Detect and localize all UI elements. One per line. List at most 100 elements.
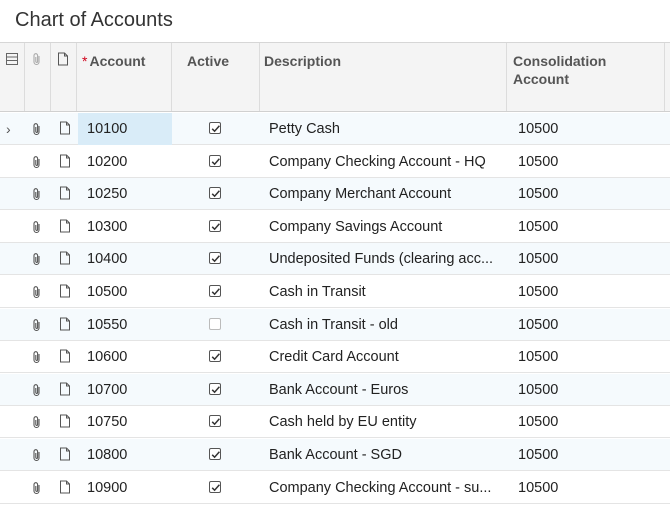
column-header-active[interactable]: Active — [172, 43, 260, 111]
consolidation-account-cell[interactable]: 10500 — [518, 406, 658, 438]
consolidation-account-cell[interactable]: 10500 — [518, 276, 658, 308]
account-cell[interactable]: 10200 — [78, 146, 172, 178]
paperclip-icon[interactable] — [31, 252, 43, 266]
column-header-account[interactable]: * Account — [77, 43, 172, 111]
table-row[interactable]: 10250 Company Merchant Account 10500 — [0, 178, 670, 211]
account-cell[interactable]: 10900 — [78, 472, 172, 504]
active-checkbox[interactable] — [209, 480, 221, 493]
paperclip-icon[interactable] — [31, 481, 43, 495]
account-cell[interactable]: 10300 — [78, 211, 172, 243]
checkmark-icon — [211, 288, 220, 296]
paperclip-icon[interactable] — [31, 187, 43, 201]
account-cell[interactable]: 10100 — [78, 113, 172, 145]
description-cell[interactable]: Company Merchant Account — [269, 178, 501, 210]
active-checkbox[interactable] — [209, 415, 221, 428]
account-cell[interactable]: 10800 — [78, 439, 172, 471]
consolidation-account-cell[interactable]: 10500 — [518, 178, 658, 210]
checkmark-icon — [211, 483, 220, 491]
column-settings-header[interactable] — [0, 43, 25, 111]
consolidation-account-cell[interactable]: 10500 — [518, 374, 658, 406]
table-row[interactable]: 10600 Credit Card Account 10500 — [0, 341, 670, 374]
table-row[interactable]: 10200 Company Checking Account - HQ 10500 — [0, 146, 670, 178]
active-checkbox[interactable] — [209, 154, 221, 167]
column-settings-icon[interactable] — [5, 52, 19, 66]
consolidation-account-cell[interactable]: 10500 — [518, 211, 658, 243]
paperclip-icon[interactable] — [31, 285, 43, 299]
account-cell[interactable]: 10750 — [78, 406, 172, 438]
checkmark-icon — [211, 255, 220, 263]
note-icon[interactable] — [59, 186, 71, 200]
description-cell[interactable]: Bank Account - Euros — [269, 374, 501, 406]
consolidation-account-cell[interactable]: 10500 — [518, 341, 658, 373]
paperclip-icon[interactable] — [31, 383, 43, 397]
column-header-description[interactable]: Description — [260, 43, 507, 111]
note-icon[interactable] — [59, 382, 71, 396]
table-row[interactable]: 10500 Cash in Transit 10500 — [0, 276, 670, 308]
table-row[interactable]: 10900 Company Checking Account - su... 105… — [0, 472, 670, 504]
account-cell[interactable]: 10550 — [78, 309, 172, 341]
description-cell[interactable]: Company Checking Account - su... — [269, 472, 501, 504]
note-icon[interactable] — [59, 480, 71, 494]
notes-header — [51, 43, 77, 111]
consolidation-account-cell[interactable]: 10500 — [518, 309, 658, 341]
consolidation-account-cell[interactable]: 10500 — [518, 146, 658, 178]
note-icon[interactable] — [59, 219, 71, 233]
description-cell[interactable]: Credit Card Account — [269, 341, 501, 373]
paperclip-icon[interactable] — [31, 220, 43, 234]
consolidation-account-cell[interactable]: 10500 — [518, 472, 658, 504]
table-row[interactable]: 10750 Cash held by EU entity 10500 — [0, 406, 670, 439]
account-cell[interactable]: 10500 — [78, 276, 172, 308]
description-cell[interactable]: Cash held by EU entity — [269, 406, 501, 438]
checkmark-icon — [211, 125, 220, 133]
consolidation-account-cell[interactable]: 10500 — [518, 439, 658, 471]
active-checkbox[interactable] — [209, 219, 221, 232]
paperclip-icon — [33, 53, 40, 66]
files-header — [25, 43, 51, 111]
table-row[interactable]: 10700 Bank Account - Euros 10500 — [0, 373, 670, 406]
active-checkbox[interactable] — [209, 382, 221, 395]
active-checkbox[interactable] — [209, 187, 221, 200]
table-row[interactable]: 10800 Bank Account - SGD 10500 — [0, 439, 670, 471]
note-icon[interactable] — [59, 154, 71, 168]
table-row[interactable]: 10300 Company Savings Account 10500 — [0, 211, 670, 243]
active-checkbox[interactable] — [209, 285, 221, 297]
current-row-chevron-icon: › — [6, 121, 11, 137]
note-icon[interactable] — [59, 414, 71, 428]
account-cell[interactable]: 10600 — [78, 341, 172, 373]
accounts-grid: * Account Active Description Consolidatio… — [0, 42, 670, 508]
description-cell[interactable]: Cash in Transit - old — [269, 309, 501, 341]
note-icon[interactable] — [59, 447, 71, 461]
paperclip-icon[interactable] — [31, 415, 43, 429]
active-checkbox[interactable] — [209, 252, 221, 265]
note-icon[interactable] — [59, 284, 71, 298]
column-header-consolidation-account[interactable]: Consolidation Account — [507, 43, 665, 111]
account-cell[interactable]: 10400 — [78, 243, 172, 275]
account-cell[interactable]: 10700 — [78, 374, 172, 406]
table-row[interactable]: 10400 Undeposited Funds (clearing acc... 1… — [0, 243, 670, 276]
active-checkbox[interactable] — [209, 448, 221, 460]
active-checkbox[interactable] — [209, 317, 221, 330]
paperclip-icon[interactable] — [31, 350, 43, 364]
description-cell[interactable]: Petty Cash — [269, 113, 501, 145]
description-cell[interactable]: Bank Account - SGD — [269, 439, 501, 471]
description-cell[interactable]: Company Savings Account — [269, 211, 501, 243]
paperclip-icon[interactable] — [31, 155, 43, 169]
table-row[interactable]: › 10100 Petty Cash 10500 — [0, 113, 670, 145]
consolidation-account-cell[interactable]: 10500 — [518, 113, 658, 145]
note-icon[interactable] — [59, 317, 71, 331]
description-cell[interactable]: Company Checking Account - HQ — [269, 146, 501, 178]
active-checkbox[interactable] — [209, 350, 221, 363]
description-cell[interactable]: Cash in Transit — [269, 276, 501, 308]
note-icon[interactable] — [59, 349, 71, 363]
paperclip-icon[interactable] — [31, 318, 43, 332]
consolidation-account-cell[interactable]: 10500 — [518, 243, 658, 275]
table-row[interactable]: 10550 Cash in Transit - old 10500 — [0, 308, 670, 341]
paperclip-icon[interactable] — [31, 448, 43, 462]
description-cell[interactable]: Undeposited Funds (clearing acc... — [269, 243, 501, 275]
account-cell[interactable]: 10250 — [78, 178, 172, 210]
note-icon[interactable] — [59, 121, 71, 135]
note-icon[interactable] — [59, 251, 71, 265]
active-checkbox[interactable] — [209, 122, 221, 134]
paperclip-icon[interactable] — [31, 122, 43, 136]
grid-header: * Account Active Description Consolidatio… — [0, 43, 670, 112]
